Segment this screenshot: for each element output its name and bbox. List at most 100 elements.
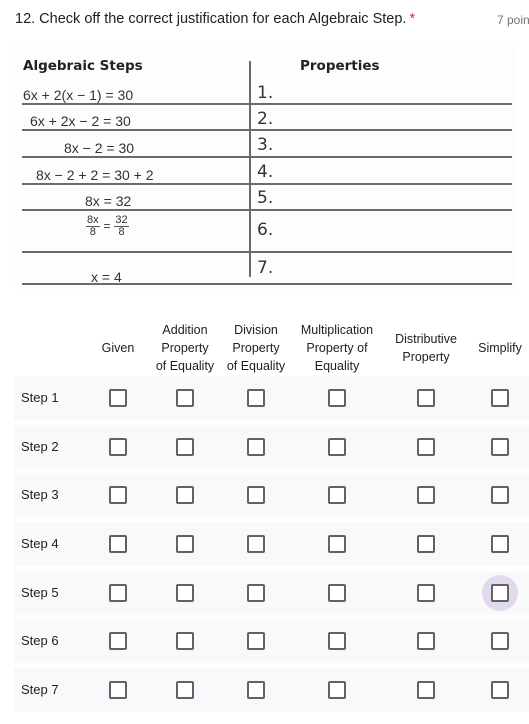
checkbox-cell[interactable]	[98, 376, 138, 420]
checkbox-1-5[interactable]	[417, 389, 435, 407]
column-header: Distributive Property	[388, 320, 464, 376]
step-number-5: 5.	[257, 188, 274, 208]
checkbox-6-4[interactable]	[328, 632, 346, 650]
checkbox-cell[interactable]	[165, 473, 205, 517]
checkbox-cell[interactable]	[480, 425, 520, 469]
checkbox-1-1[interactable]	[109, 389, 127, 407]
checkbox-1-3[interactable]	[247, 389, 265, 407]
checkbox-6-5[interactable]	[417, 632, 435, 650]
checkbox-5-2[interactable]	[176, 584, 194, 602]
step-number-6: 6.	[257, 220, 274, 240]
row-label: Step 6	[21, 633, 59, 648]
checkbox-6-2[interactable]	[176, 632, 194, 650]
checkbox-cell[interactable]	[406, 571, 446, 615]
checkbox-7-5[interactable]	[417, 681, 435, 699]
checkbox-3-1[interactable]	[109, 486, 127, 504]
column-header-line: Addition	[162, 323, 208, 337]
checkbox-cell[interactable]	[236, 376, 276, 420]
checkbox-1-4[interactable]	[328, 389, 346, 407]
checkbox-2-3[interactable]	[247, 438, 265, 456]
checkbox-cell[interactable]	[480, 668, 520, 712]
checkbox-cell[interactable]	[236, 522, 276, 566]
checkbox-cell[interactable]	[317, 522, 357, 566]
checkbox-cell[interactable]	[98, 473, 138, 517]
checkbox-cell[interactable]	[406, 619, 446, 663]
checkbox-cell[interactable]	[317, 571, 357, 615]
checkbox-2-6[interactable]	[491, 438, 509, 456]
checkbox-cell[interactable]	[480, 619, 520, 663]
fraction-right: 32 8	[114, 215, 129, 238]
checkbox-7-1[interactable]	[109, 681, 127, 699]
checkbox-cell[interactable]	[317, 619, 357, 663]
checkbox-cell[interactable]	[236, 619, 276, 663]
checkbox-7-3[interactable]	[247, 681, 265, 699]
checkbox-4-3[interactable]	[247, 535, 265, 553]
checkbox-cell[interactable]	[480, 571, 520, 615]
checkbox-3-4[interactable]	[328, 486, 346, 504]
grid-row: Step 3	[14, 473, 529, 517]
checkbox-5-5[interactable]	[417, 584, 435, 602]
checkbox-cell[interactable]	[165, 571, 205, 615]
checkbox-7-2[interactable]	[176, 681, 194, 699]
checkbox-6-6[interactable]	[491, 632, 509, 650]
grid-column-headers: Given Addition Property of Equality Division…	[14, 320, 529, 376]
checkbox-cell[interactable]	[98, 522, 138, 566]
checkbox-1-2[interactable]	[176, 389, 194, 407]
checkbox-6-1[interactable]	[109, 632, 127, 650]
checkbox-cell[interactable]	[480, 376, 520, 420]
checkbox-4-5[interactable]	[417, 535, 435, 553]
checkbox-cell[interactable]	[165, 619, 205, 663]
grid-row: Step 5	[14, 571, 529, 615]
checkbox-cell[interactable]	[406, 522, 446, 566]
checkbox-3-3[interactable]	[247, 486, 265, 504]
checkbox-cell[interactable]	[98, 668, 138, 712]
checkbox-cell[interactable]	[480, 473, 520, 517]
column-header-line: Property of	[306, 341, 368, 355]
checkbox-cell[interactable]	[317, 668, 357, 712]
checkbox-cell[interactable]	[480, 522, 520, 566]
column-header-line: Equality	[314, 359, 360, 373]
checkbox-3-5[interactable]	[417, 486, 435, 504]
checkbox-cell[interactable]	[406, 668, 446, 712]
checkbox-5-1[interactable]	[109, 584, 127, 602]
checkbox-4-2[interactable]	[176, 535, 194, 553]
checkbox-cell[interactable]	[406, 425, 446, 469]
checkbox-cell[interactable]	[317, 425, 357, 469]
step-equation-5: 8x = 32	[85, 193, 132, 209]
fraction-left: 8x 8	[86, 215, 100, 238]
checkbox-cell[interactable]	[165, 522, 205, 566]
checkbox-cell[interactable]	[406, 376, 446, 420]
checkbox-2-4[interactable]	[328, 438, 346, 456]
checkbox-cell[interactable]	[236, 668, 276, 712]
checkbox-cell[interactable]	[165, 425, 205, 469]
checkbox-cell[interactable]	[165, 668, 205, 712]
checkbox-cell[interactable]	[317, 473, 357, 517]
checkbox-cell[interactable]	[165, 376, 205, 420]
step-number-3: 3.	[257, 135, 274, 155]
checkbox-3-2[interactable]	[176, 486, 194, 504]
column-header-line: of Equality	[155, 359, 215, 373]
checkbox-cell[interactable]	[98, 571, 138, 615]
checkbox-cell[interactable]	[98, 425, 138, 469]
checkbox-cell[interactable]	[406, 473, 446, 517]
checkbox-6-3[interactable]	[247, 632, 265, 650]
checkbox-3-6[interactable]	[491, 486, 509, 504]
checkbox-7-4[interactable]	[328, 681, 346, 699]
checkbox-1-6[interactable]	[491, 389, 509, 407]
checkbox-5-4[interactable]	[328, 584, 346, 602]
checkbox-4-4[interactable]	[328, 535, 346, 553]
checkbox-2-5[interactable]	[417, 438, 435, 456]
checkbox-cell[interactable]	[236, 473, 276, 517]
checkbox-5-6[interactable]	[491, 584, 509, 602]
checkbox-cell[interactable]	[236, 425, 276, 469]
checkbox-4-6[interactable]	[491, 535, 509, 553]
checkbox-7-6[interactable]	[491, 681, 509, 699]
checkbox-cell[interactable]	[236, 571, 276, 615]
checkbox-2-1[interactable]	[109, 438, 127, 456]
algebraic-steps-image: Algebraic Steps Properties 6x + 2(x − 1)…	[14, 45, 515, 290]
checkbox-5-3[interactable]	[247, 584, 265, 602]
checkbox-2-2[interactable]	[176, 438, 194, 456]
checkbox-4-1[interactable]	[109, 535, 127, 553]
checkbox-cell[interactable]	[317, 376, 357, 420]
checkbox-cell[interactable]	[98, 619, 138, 663]
